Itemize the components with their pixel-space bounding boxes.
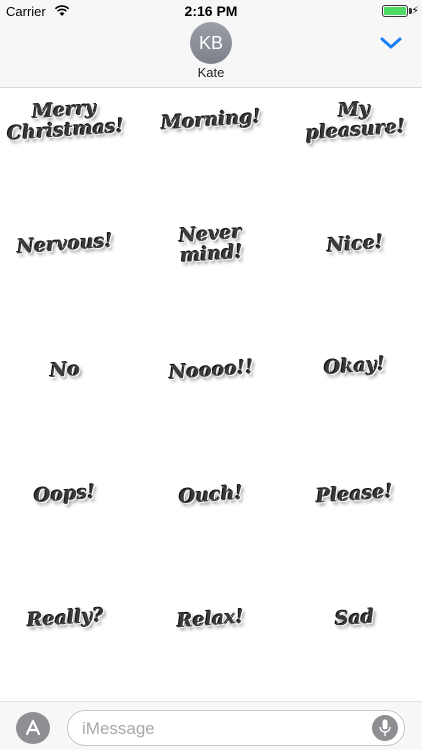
sticker-text: Merry Christmas! <box>6 96 125 146</box>
sticker-text: Nervous! <box>16 229 114 259</box>
sticker-nervous[interactable]: Nervous! <box>0 189 130 299</box>
status-time: 2:16 PM <box>184 3 238 19</box>
sticker-text: My pleasure! <box>305 97 407 145</box>
app-store-button[interactable] <box>16 712 50 744</box>
sticker-morning[interactable]: Morning! <box>146 65 276 175</box>
sticker-text: Never mind! <box>178 220 244 268</box>
sticker-text: Relax! <box>176 605 246 633</box>
sticker-relax[interactable]: Relax! <box>146 564 276 674</box>
sticker-text: Really? <box>25 604 105 632</box>
status-bar: Carrier 2:16 PM ⚡ <box>0 0 422 22</box>
sticker-noooo[interactable]: Noooo!! <box>146 315 276 425</box>
sticker-no[interactable]: No <box>0 315 130 425</box>
sticker-merry-christmas[interactable]: Merry Christmas! <box>0 65 130 175</box>
sticker-really[interactable]: Really? <box>0 563 130 673</box>
sticker-okay[interactable]: Okay! <box>290 311 420 421</box>
sticker-my-pleasure[interactable]: My pleasure! <box>290 65 420 175</box>
sticker-never-mind[interactable]: Never mind! <box>146 189 276 299</box>
battery-icon <box>382 5 408 17</box>
sticker-please[interactable]: Please! <box>290 439 420 549</box>
sticker-ouch[interactable]: Ouch! <box>146 440 276 550</box>
sticker-oops[interactable]: Oops! <box>0 439 130 549</box>
sticker-text: No <box>49 357 81 383</box>
sticker-grid: Merry Christmas! Morning! My pleasure! N… <box>0 89 422 701</box>
sticker-text: Sad <box>334 605 376 631</box>
sticker-text: Oops! <box>33 480 97 508</box>
charging-bolt-icon: ⚡ <box>411 5 419 17</box>
battery-level <box>384 7 406 15</box>
sticker-nice[interactable]: Nice! <box>290 189 420 299</box>
sticker-text: Please! <box>315 480 395 508</box>
sticker-text: Nice! <box>326 231 384 257</box>
sticker-text: Noooo!! <box>167 356 255 384</box>
sticker-text: Morning! <box>160 105 262 135</box>
message-field[interactable] <box>67 710 405 746</box>
microphone-button[interactable] <box>372 715 398 741</box>
app-store-icon <box>25 719 41 736</box>
message-input-bar <box>0 701 422 750</box>
sticker-text: Okay! <box>323 352 387 380</box>
chevron-down-icon[interactable] <box>379 35 403 51</box>
contact-avatar[interactable]: KB <box>190 22 232 64</box>
microphone-icon <box>379 719 391 736</box>
sticker-sad[interactable]: Sad <box>290 563 420 673</box>
sticker-text: Ouch! <box>178 481 244 509</box>
message-input[interactable] <box>82 719 362 739</box>
